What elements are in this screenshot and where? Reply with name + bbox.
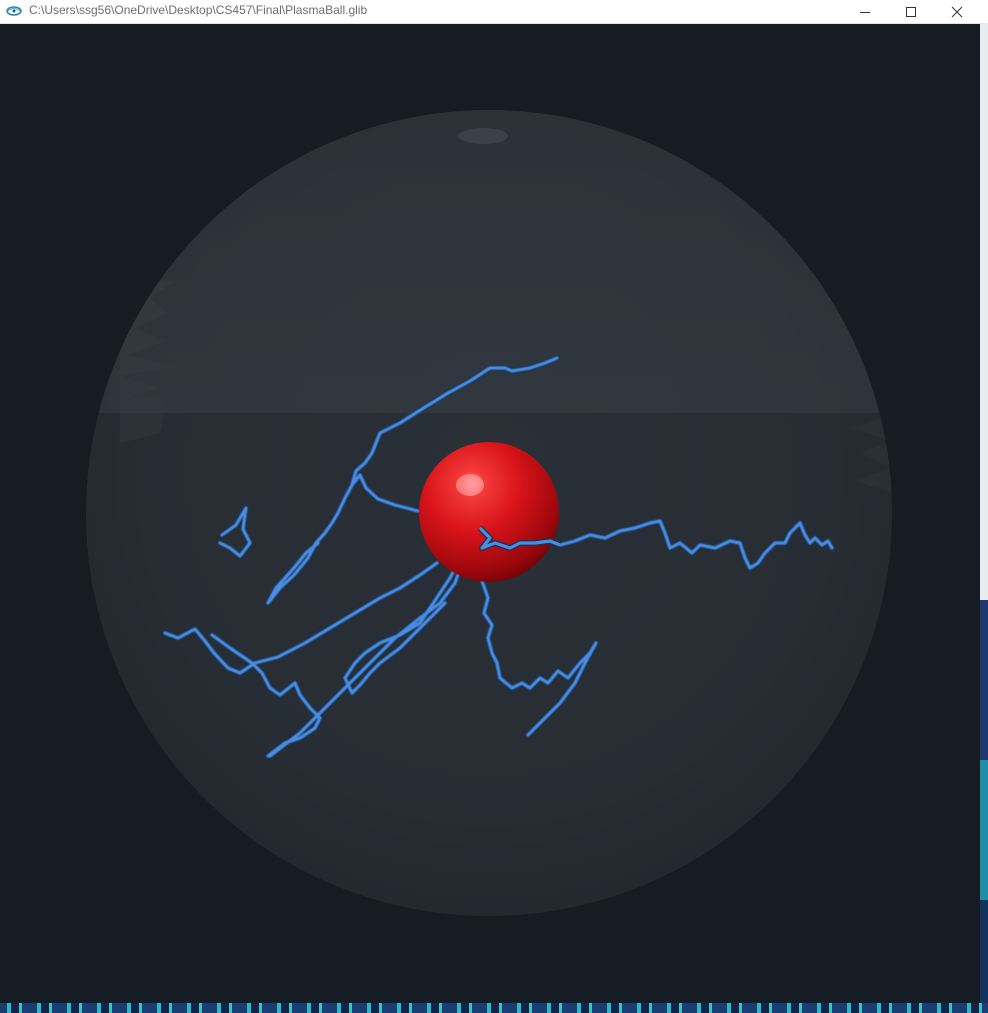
desktop-background-right bbox=[980, 0, 988, 1013]
maximize-button[interactable] bbox=[888, 0, 934, 23]
render-viewport[interactable] bbox=[0, 23, 980, 1003]
glib-viewer-window: C:\Users\ssg56\OneDrive\Desktop\CS457\Fi… bbox=[0, 0, 980, 1003]
glib-app-icon bbox=[6, 6, 22, 16]
electrode-highlight bbox=[456, 474, 484, 496]
window-title: C:\Users\ssg56\OneDrive\Desktop\CS457\Fi… bbox=[29, 3, 368, 17]
close-button[interactable] bbox=[934, 0, 980, 23]
minimize-button[interactable] bbox=[842, 0, 888, 23]
plasma-ball-scene bbox=[86, 110, 892, 916]
title-bar[interactable]: C:\Users\ssg56\OneDrive\Desktop\CS457\Fi… bbox=[0, 0, 980, 24]
desktop-background-bottom bbox=[0, 1003, 988, 1013]
maximize-icon bbox=[906, 6, 916, 17]
close-icon bbox=[951, 6, 963, 17]
globe-top-cap bbox=[458, 128, 508, 144]
center-electrode-sphere bbox=[419, 442, 559, 582]
minimize-icon bbox=[860, 11, 870, 13]
